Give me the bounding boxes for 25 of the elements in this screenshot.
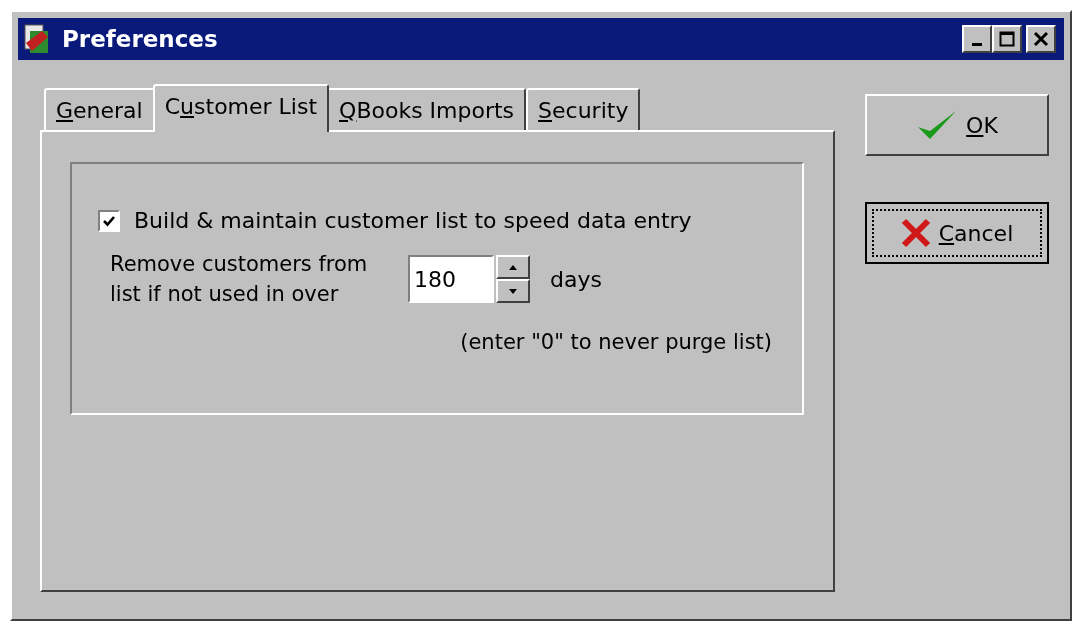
tab[interactable]: General [44,88,155,130]
checkmark-icon [916,109,959,141]
minimize-icon [972,42,982,46]
down-arrow-icon [509,288,517,294]
window-title: Preferences [62,24,219,54]
days-field[interactable]: 180 [408,255,494,303]
close-icon [1033,31,1049,47]
spin-down-button[interactable] [496,279,530,303]
hint-text: (enter "0" to never purge list) [460,329,772,356]
tab[interactable]: Customer List [152,84,330,132]
up-arrow-icon [509,264,517,270]
unit-label: days [550,265,602,294]
checkbox[interactable] [98,209,120,232]
maximize-icon [999,31,1015,47]
ok-button[interactable]: OK [865,94,1049,156]
cancel-button[interactable]: Cancel [865,202,1049,264]
close-button[interactable] [1026,25,1056,53]
purge-label: Remove customers from list if not used in over [110,251,369,308]
x-mark-icon [900,218,931,248]
checkbox-label: Build & maintain customer list to speed data entry [134,207,692,235]
tab[interactable]: QBooks Imports [327,88,527,130]
spin-up-button[interactable] [496,255,530,279]
tab[interactable]: Security [526,88,641,130]
minimize-button[interactable] [962,25,992,53]
maximize-button[interactable] [992,25,1022,53]
